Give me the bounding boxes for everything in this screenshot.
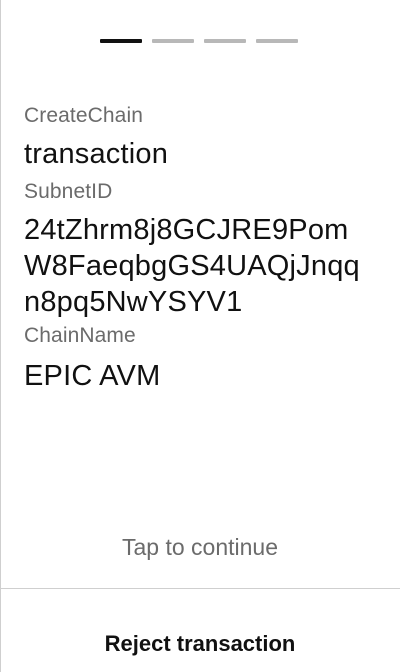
frame-left-border xyxy=(0,0,1,672)
transaction-details: CreateChain transaction SubnetID 24tZhrm… xyxy=(24,102,376,394)
step-indicator-segment-1 xyxy=(100,39,142,43)
field-chain-name: ChainName EPIC AVM xyxy=(24,322,376,394)
step-indicator-segment-2 xyxy=(152,39,194,43)
reject-transaction-button[interactable]: Reject transaction xyxy=(0,589,400,672)
field-value: EPIC AVM xyxy=(24,360,161,392)
field-subnet-id: SubnetID 24tZhrm8j8GCJRE9PomW8FaeqbgGS4U… xyxy=(24,178,376,320)
field-label: SubnetID xyxy=(24,180,113,203)
step-indicator xyxy=(100,39,298,43)
field-create-chain: CreateChain transaction xyxy=(24,102,376,172)
field-label: CreateChain xyxy=(24,104,143,127)
field-value: transaction xyxy=(24,138,169,170)
step-indicator-segment-4 xyxy=(256,39,298,43)
field-value: 24tZhrm8j8GCJRE9PomW8FaeqbgGS4UAQjJnqqn8… xyxy=(24,214,360,318)
tap-to-continue[interactable]: Tap to continue xyxy=(0,532,400,562)
reject-transaction-label: Reject transaction xyxy=(104,631,296,656)
field-label: ChainName xyxy=(24,324,136,347)
step-indicator-segment-3 xyxy=(204,39,246,43)
